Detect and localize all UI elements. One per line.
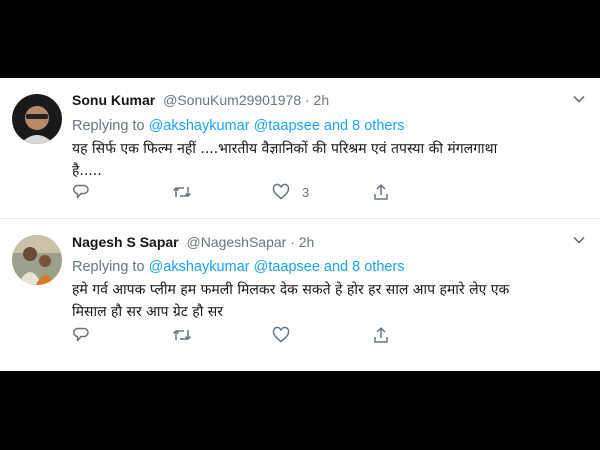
- like-icon: [272, 326, 290, 343]
- author-handle[interactable]: @SonuKum29901978: [163, 92, 301, 108]
- timestamp[interactable]: · 2h: [305, 92, 329, 108]
- reply-icon: [73, 327, 89, 342]
- like-count: 3: [302, 184, 310, 200]
- share-button[interactable]: [372, 183, 390, 201]
- retweet-icon: [172, 187, 192, 197]
- reply-tweet[interactable]: Nagesh S Sapar @NageshSapar · 2h Replyin…: [0, 219, 600, 359]
- author-name[interactable]: Nagesh S Sapar: [72, 234, 179, 250]
- action-bar: 3: [72, 183, 402, 203]
- author-handle[interactable]: @NageshSapar: [187, 234, 287, 250]
- mention-link[interactable]: @akshaykumar: [149, 259, 250, 275]
- tweet-text: हमे गर्व आपक प्लीम हम फमली मिलकर देक सकत…: [72, 282, 510, 320]
- like-button[interactable]: 3: [272, 183, 309, 201]
- chevron-down-icon[interactable]: [572, 92, 586, 106]
- retweet-icon: [172, 330, 192, 340]
- tweet-header: Sonu Kumar @SonuKum29901978 · 2h: [72, 92, 329, 108]
- tweet-header: Nagesh S Sapar @NageshSapar · 2h: [72, 234, 314, 250]
- others-link[interactable]: and 8 others: [324, 259, 405, 275]
- share-icon: [374, 184, 388, 200]
- reply-button[interactable]: [72, 183, 90, 201]
- replying-to: Replying to @akshaykumar @taapsee and 8 …: [72, 118, 405, 134]
- reply-icon: [73, 184, 89, 199]
- others-link[interactable]: and 8 others: [324, 118, 405, 134]
- author-name[interactable]: Sonu Kumar: [72, 92, 155, 108]
- like-icon: [272, 183, 290, 200]
- like-button[interactable]: [272, 326, 302, 344]
- replies-panel: Sonu Kumar @SonuKum29901978 · 2h Replyin…: [0, 78, 600, 371]
- replying-label: Replying to: [72, 259, 145, 275]
- avatar[interactable]: [12, 235, 62, 285]
- chevron-down-icon[interactable]: [572, 233, 586, 247]
- timestamp[interactable]: · 2h: [290, 234, 314, 250]
- reply-tweet[interactable]: Sonu Kumar @SonuKum29901978 · 2h Replyin…: [0, 78, 600, 219]
- tweet-text: यह सिर्फ एक फिल्म नहीं ....भारतीय वैज्ञा…: [72, 141, 498, 179]
- mention-link[interactable]: @taapsee: [254, 118, 320, 134]
- retweet-button[interactable]: [172, 326, 192, 344]
- reply-button[interactable]: [72, 326, 90, 344]
- avatar[interactable]: [12, 94, 62, 144]
- replying-to: Replying to @akshaykumar @taapsee and 8 …: [72, 259, 405, 275]
- mention-link[interactable]: @taapsee: [254, 259, 320, 275]
- mention-link[interactable]: @akshaykumar: [149, 118, 250, 134]
- retweet-button[interactable]: [172, 183, 192, 201]
- share-button[interactable]: [372, 326, 390, 344]
- replying-label: Replying to: [72, 118, 145, 134]
- share-icon: [374, 327, 388, 343]
- action-bar: [72, 326, 402, 346]
